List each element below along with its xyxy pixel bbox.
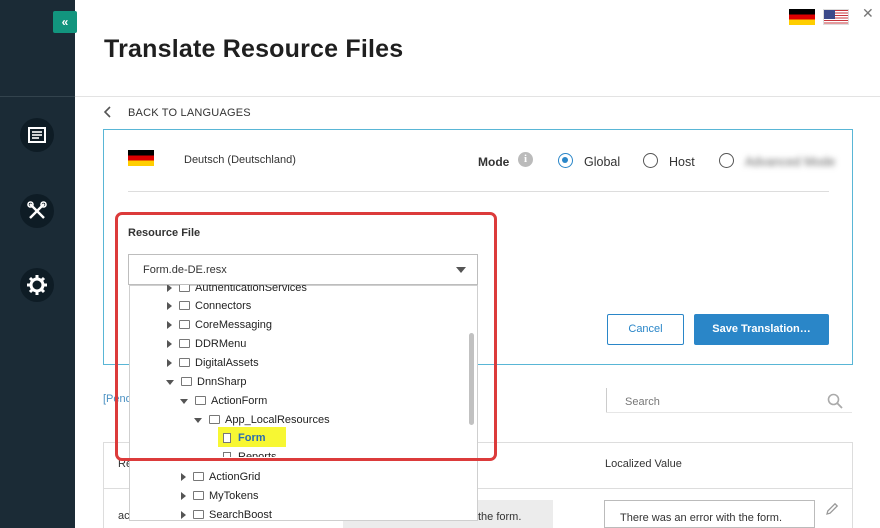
sidebar — [0, 0, 75, 528]
header-divider — [75, 96, 880, 97]
search-underline — [606, 412, 852, 413]
radio-global-label[interactable]: Global — [584, 155, 620, 169]
radio-host[interactable] — [643, 153, 658, 168]
chevron-left-icon[interactable] — [103, 105, 113, 119]
save-translation-button[interactable]: Save Translation… — [694, 314, 829, 345]
folder-icon — [193, 510, 204, 519]
localized-value-text[interactable]: There was an error with the form. — [620, 512, 782, 524]
back-to-languages-link[interactable]: BACK TO LANGUAGES — [128, 107, 251, 119]
search-icon[interactable] — [826, 392, 844, 410]
radio-global[interactable] — [558, 153, 573, 168]
search-divider — [606, 388, 607, 412]
tools-icon[interactable] — [20, 194, 54, 228]
folder-icon — [193, 491, 204, 500]
expand-icon[interactable] — [181, 472, 186, 481]
close-icon[interactable]: ✕ — [862, 5, 874, 22]
content-icon[interactable] — [20, 118, 54, 152]
collapse-sidebar-button[interactable]: « — [53, 11, 77, 33]
default-value-text: the form. — [478, 511, 522, 523]
flag-de-icon[interactable] — [789, 9, 815, 25]
tree-item-searchboost[interactable]: SearchBoost — [181, 505, 272, 524]
radio-host-label[interactable]: Host — [669, 155, 695, 169]
mode-label: Mode — [478, 155, 510, 169]
info-icon[interactable]: i — [518, 152, 533, 167]
flag-de-icon — [128, 150, 154, 166]
radio-third[interactable] — [719, 153, 734, 168]
settings-gear-icon[interactable] — [20, 268, 54, 302]
tree-item-actiongrid[interactable]: ActionGrid — [181, 467, 260, 486]
tree-item-label: ActionGrid — [209, 470, 261, 483]
tree-item-mytokens[interactable]: MyTokens — [181, 486, 259, 505]
expand-icon[interactable] — [181, 491, 186, 500]
folder-icon — [193, 472, 204, 481]
language-label: Deutsch (Deutschland) — [184, 154, 296, 166]
pencil-icon[interactable] — [825, 502, 839, 516]
flag-us-icon[interactable] — [823, 9, 849, 25]
page-title: Translate Resource Files — [104, 35, 404, 63]
highlight-annotation — [115, 212, 497, 461]
column-header-localized-value: Localized Value — [605, 458, 682, 470]
tree-item-label: MyTokens — [209, 489, 259, 502]
sidebar-divider — [0, 96, 75, 97]
panel-divider — [128, 191, 829, 192]
tree-item-label: SearchBoost — [209, 508, 272, 521]
radio-third-label[interactable]: Advanced Mode — [745, 155, 835, 169]
cancel-button[interactable]: Cancel — [607, 314, 684, 345]
search-input[interactable]: Search — [625, 396, 660, 408]
expand-icon[interactable] — [181, 510, 186, 519]
table-row-key: ac — [118, 510, 130, 522]
